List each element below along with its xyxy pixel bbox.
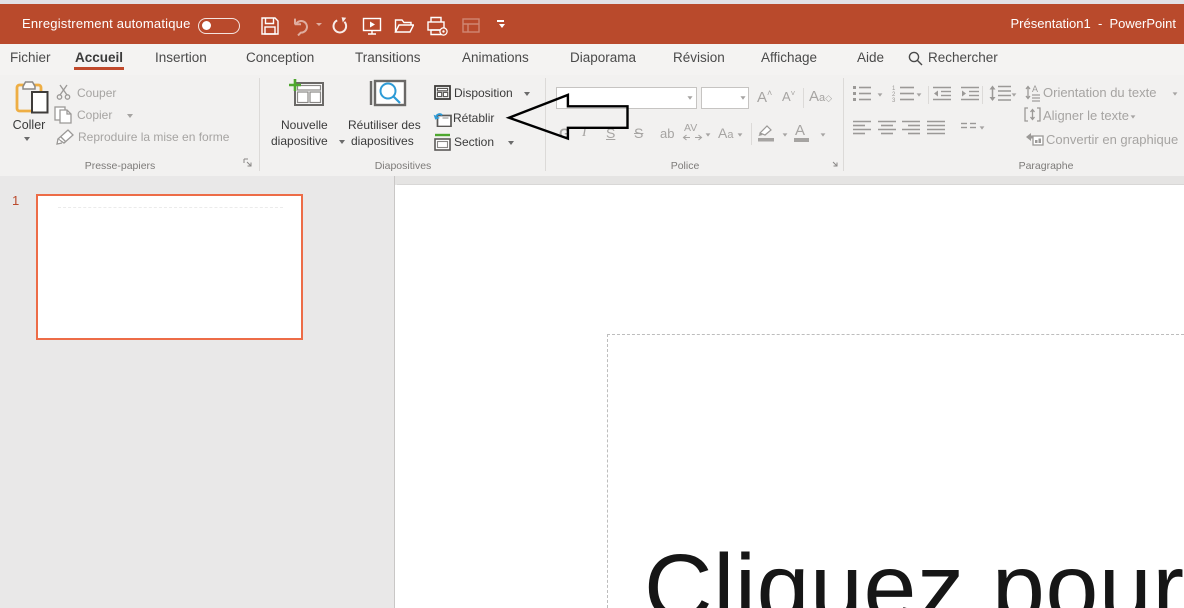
svg-text:3: 3: [892, 98, 896, 102]
svg-text:A: A: [1032, 84, 1038, 94]
